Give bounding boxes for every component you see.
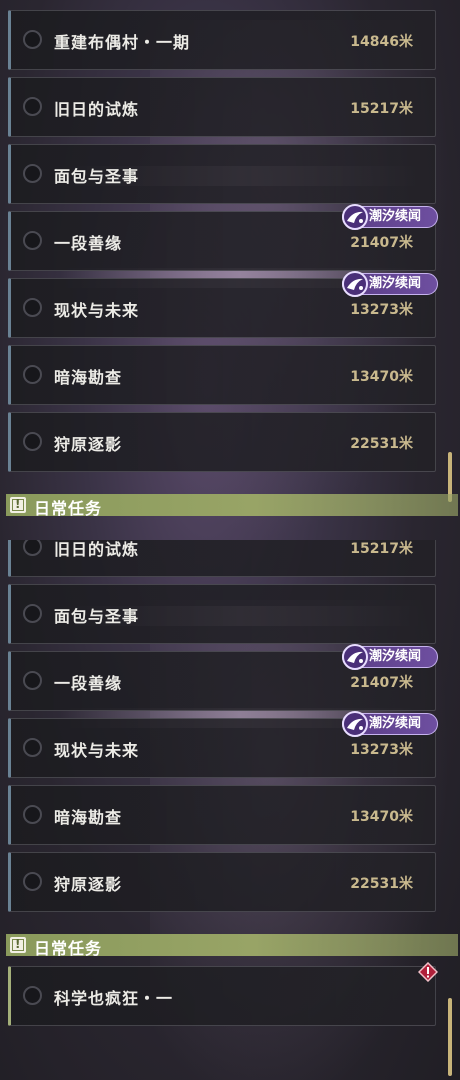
quest-item[interactable]: 重建布偶村・一期 14846米 — [8, 10, 436, 70]
quest-distance: 22531米 — [350, 436, 413, 452]
quest-name: 一段善缘 — [54, 234, 123, 253]
event-tag-label: 潮汐续闻 — [369, 209, 422, 224]
quest-name: 现状与未来 — [54, 301, 140, 320]
quest-item[interactable]: 暗海勘查 13470米 — [8, 785, 436, 845]
scrollbar-thumb[interactable] — [448, 998, 452, 1076]
quest-name: 暗海勘查 — [54, 808, 123, 827]
warning-diamond-icon — [418, 962, 438, 982]
track-toggle-icon[interactable] — [23, 671, 42, 690]
quest-name: 科学也疯狂・一 — [54, 989, 174, 1008]
quest-item[interactable]: 面包与圣事 — [8, 584, 436, 644]
tide-event-icon — [342, 271, 368, 297]
quest-distance: 13470米 — [350, 369, 413, 385]
daily-quest-item[interactable]: 科学也疯狂・一 — [8, 966, 436, 1026]
quest-name: 狩原逐影 — [54, 875, 123, 894]
quest-distance: 14846米 — [350, 34, 413, 50]
event-tag-label: 潮汐续闻 — [369, 716, 422, 731]
track-toggle-icon[interactable] — [23, 986, 42, 1005]
track-toggle-icon[interactable] — [23, 604, 42, 623]
quest-item[interactable]: 狩原逐影 22531米 — [8, 852, 436, 912]
tide-event-icon — [342, 204, 368, 230]
quest-name: 面包与圣事 — [54, 167, 140, 186]
quest-list-panel-top: 重建布偶村・一期 14846米 旧日的试炼 15217米 面包与圣事 一段善缘 … — [0, 0, 460, 540]
quest-name: 现状与未来 — [54, 741, 140, 760]
event-tag: 潮汐续闻 — [342, 271, 438, 297]
tide-event-icon — [342, 644, 368, 670]
quest-item[interactable]: 暗海勘查 13470米 — [8, 345, 436, 405]
quest-distance: 22531米 — [350, 876, 413, 892]
event-tag: 潮汐续闻 — [342, 204, 438, 230]
track-toggle-icon[interactable] — [23, 872, 42, 891]
quest-name: 旧日的试炼 — [54, 100, 140, 119]
quest-distance: 13273米 — [350, 742, 413, 758]
event-tag-label: 潮汐续闻 — [369, 649, 422, 664]
quest-name: 一段善缘 — [54, 674, 123, 693]
quest-name: 暗海勘查 — [54, 368, 123, 387]
track-toggle-icon[interactable] — [23, 365, 42, 384]
quest-name: 重建布偶村・一期 — [54, 33, 191, 52]
quest-item[interactable]: 狩原逐影 22531米 — [8, 412, 436, 472]
quest-distance: 21407米 — [350, 235, 413, 251]
quest-item[interactable]: 旧日的试炼 15217米 — [8, 540, 436, 577]
section-header-label: 日常任务 — [34, 939, 103, 958]
alert-square-icon — [10, 937, 26, 953]
track-toggle-icon[interactable] — [23, 540, 42, 556]
tide-event-icon — [342, 711, 368, 737]
track-toggle-icon[interactable] — [23, 30, 42, 49]
quest-name: 狩原逐影 — [54, 435, 123, 454]
quest-list-panel-bottom: 旧日的试炼 15217米 面包与圣事 一段善缘 21407米 潮汐续闻 现状与未… — [0, 540, 460, 1080]
section-header-daily: 日常任务 — [6, 934, 458, 958]
quest-name: 旧日的试炼 — [54, 540, 140, 559]
quest-distance: 13470米 — [350, 809, 413, 825]
event-tag: 潮汐续闻 — [342, 644, 438, 670]
alert-square-icon — [10, 497, 26, 513]
quest-distance: 21407米 — [350, 675, 413, 691]
track-toggle-icon[interactable] — [23, 298, 42, 317]
event-tag-label: 潮汐续闻 — [369, 276, 422, 291]
quest-name: 面包与圣事 — [54, 607, 140, 626]
quest-distance: 15217米 — [350, 541, 413, 557]
track-toggle-icon[interactable] — [23, 805, 42, 824]
event-tag: 潮汐续闻 — [342, 711, 438, 737]
quest-distance: 13273米 — [350, 302, 413, 318]
quest-item[interactable]: 面包与圣事 — [8, 144, 436, 204]
track-toggle-icon[interactable] — [23, 231, 42, 250]
track-toggle-icon[interactable] — [23, 164, 42, 183]
quest-item[interactable]: 旧日的试炼 15217米 — [8, 77, 436, 137]
section-header-daily: 日常任务 — [6, 494, 458, 518]
track-toggle-icon[interactable] — [23, 432, 42, 451]
track-toggle-icon[interactable] — [23, 97, 42, 116]
quest-distance: 15217米 — [350, 101, 413, 117]
section-header-label: 日常任务 — [34, 499, 103, 518]
track-toggle-icon[interactable] — [23, 738, 42, 757]
